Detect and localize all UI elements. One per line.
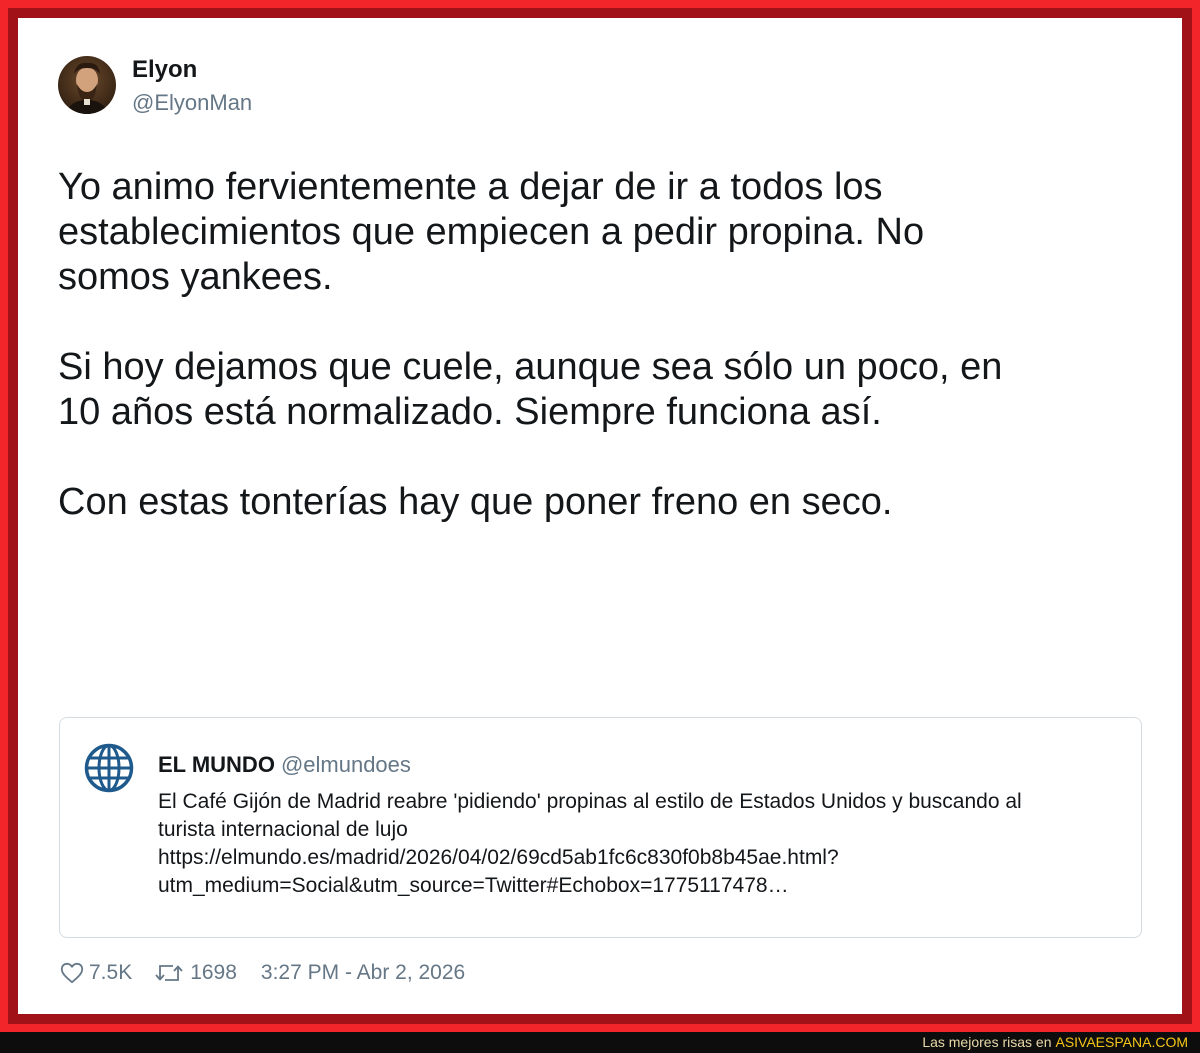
tweet-actions: 7.5K 1698 3:27 PM - Abr 2, 2026 [60, 958, 465, 988]
quoted-text-line: turista internacional de lujo [158, 818, 408, 841]
quoted-tweet-text: El Café Gijón de Madrid reabre 'pidiendo… [158, 788, 1123, 900]
tweet-timestamp[interactable]: 3:27 PM - Abr 2, 2026 [261, 961, 465, 985]
heart-icon [60, 962, 84, 984]
footer-brand-link[interactable]: ASIVAESPANA.COM [1055, 1034, 1188, 1050]
tweet-paragraph: Si hoy dejamos que cuele, aunque sea sól… [58, 346, 1003, 433]
footer-prefix: Las mejores risas en [922, 1034, 1052, 1050]
retweet-button[interactable]: 1698 [154, 961, 237, 985]
quoted-tweet-header: EL MUNDO @elmundoes [158, 752, 411, 778]
retweet-count: 1698 [190, 961, 237, 984]
tweet-card: Elyon @ElyonMan Yo animo fervientemente … [18, 18, 1182, 1014]
retweet-icon [155, 965, 183, 981]
site-footer: Las mejores risas en ASIVAESPANA.COM [0, 1032, 1200, 1053]
quoted-author-handle[interactable]: @elmundoes [281, 752, 411, 777]
quoted-text-line: El Café Gijón de Madrid reabre 'pidiendo… [158, 790, 1022, 813]
tweet-paragraph: Yo animo fervientemente a dejar de ir a … [58, 166, 925, 298]
quoted-link-line[interactable]: utm_medium=Social&utm_source=Twitter#Ech… [158, 872, 1123, 900]
tweet-text: Yo animo fervientemente a dejar de ir a … [58, 165, 1148, 525]
author-name[interactable]: Elyon [132, 56, 197, 84]
avatar[interactable] [58, 56, 116, 114]
quoted-tweet-card[interactable]: EL MUNDO @elmundoes El Café Gijón de Madr… [59, 717, 1142, 938]
footer-caption: Las mejores risas en ASIVAESPANA.COM [922, 1034, 1188, 1051]
quoted-author-name[interactable]: EL MUNDO [158, 752, 275, 777]
author-handle[interactable]: @ElyonMan [132, 90, 252, 116]
globe-icon [84, 743, 134, 793]
like-button[interactable]: 7.5K [60, 961, 132, 985]
like-count: 7.5K [89, 961, 133, 984]
quoted-link-line[interactable]: https://elmundo.es/madrid/2026/04/02/69c… [158, 844, 1123, 872]
avatar-portrait-image [58, 56, 116, 114]
tweet-paragraph: Con estas tonterías hay que poner freno … [58, 481, 893, 523]
